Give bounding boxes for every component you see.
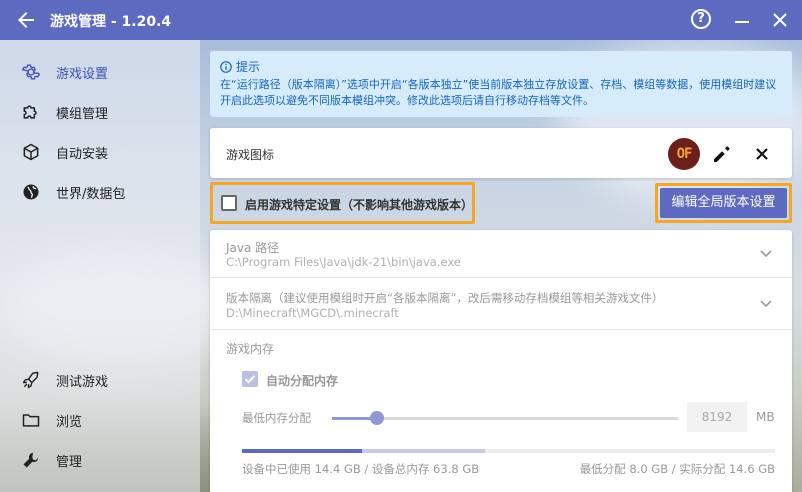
puzzle-icon <box>21 102 41 122</box>
back-arrow-icon[interactable] <box>14 8 38 32</box>
wrench-icon <box>21 450 41 470</box>
close-window-icon[interactable] <box>770 10 790 30</box>
settings-card: Java 路径 C:\Program Files\Java\jdk-21\bin… <box>210 230 792 492</box>
folder-icon <box>21 410 41 430</box>
memory-unit: MB <box>756 410 775 424</box>
rocket-icon <box>21 370 41 390</box>
sidebar-item-label: 模组管理 <box>56 106 109 122</box>
minimize-icon[interactable] <box>735 21 749 23</box>
memory-slider[interactable] <box>332 411 678 425</box>
hint-body: 在“运行路径（版本隔离）”选项中开启“各版本独立”使当前版本独立存放设置、存档、… <box>220 78 777 107</box>
memory-used-segment <box>242 449 363 453</box>
edit-icon[interactable] <box>710 142 734 166</box>
sidebar-item-label: 浏览 <box>56 414 83 430</box>
sidebar-item-label: 测试游戏 <box>56 374 109 390</box>
auto-memory-label: 自动分配内存 <box>266 374 339 388</box>
java-path-title: Java 路径 <box>226 241 280 255</box>
sidebar-item-label: 自动安装 <box>56 146 109 162</box>
hint-box: 提示 在“运行路径（版本隔离）”选项中开启“各版本独立”使当前版本独立存放设置、… <box>210 51 792 117</box>
auto-memory-checkbox[interactable] <box>242 371 258 387</box>
sidebar-item-label: 世界/数据包 <box>56 186 126 202</box>
memory-slider-thumb[interactable] <box>369 411 384 425</box>
window-title: 游戏管理 - 1.20.4 <box>50 14 172 30</box>
chevron-down-icon[interactable] <box>759 246 773 260</box>
sidebar-item-mods[interactable]: 模组管理 <box>0 92 200 132</box>
version-isolation-value: D:\Minecraft\MGCD\.minecraft <box>226 306 399 320</box>
game-icon-image[interactable]: OF <box>668 138 700 170</box>
close-icon[interactable] <box>750 142 774 166</box>
help-icon[interactable]: ? <box>691 9 711 29</box>
hint-title: 提示 <box>236 60 261 74</box>
version-isolation-title: 版本隔离（建议使用模组时开启“各版本隔离”，改后需移动存档模组等相关游戏文件） <box>226 291 664 305</box>
game-specific-checkbox[interactable] <box>221 195 237 211</box>
sidebar-item-auto-install[interactable]: 自动安装 <box>0 132 200 172</box>
game-icon-card: 游戏图标 OF <box>210 128 792 178</box>
sidebar-item-label: 管理 <box>56 454 83 470</box>
memory-input[interactable]: 8192 <box>687 402 747 432</box>
memory-allocated-segment <box>362 449 485 453</box>
sidebar: 游戏设置 模组管理 自动安装 世界/数据包 测试游戏 浏览 管理 <box>0 40 200 492</box>
title-bar: 游戏管理 - 1.20.4 ? <box>0 0 802 40</box>
sidebar-item-browse[interactable]: 浏览 <box>0 400 200 440</box>
info-icon <box>220 60 232 73</box>
sidebar-item-label: 游戏设置 <box>56 66 109 82</box>
sidebar-item-manage[interactable]: 管理 <box>0 440 200 480</box>
version-isolation-row[interactable]: 版本隔离（建议使用模组时开启“各版本隔离”，改后需移动存档模组等相关游戏文件） … <box>210 278 792 330</box>
sidebar-item-worlds[interactable]: 世界/数据包 <box>0 172 200 212</box>
java-path-value: C:\Program Files\Java\jdk-21\bin\java.ex… <box>226 255 461 269</box>
game-specific-label: 启用游戏特定设置（不影响其他游戏版本） <box>245 198 474 212</box>
java-path-row[interactable]: Java 路径 C:\Program Files\Java\jdk-21\bin… <box>210 230 792 278</box>
gear-icon <box>21 62 41 82</box>
game-specific-setting[interactable]: 启用游戏特定设置（不影响其他游戏版本） <box>210 182 475 224</box>
memory-usage-bar <box>242 449 775 453</box>
edit-global-settings-button[interactable]: 编辑全局版本设置 <box>660 188 787 218</box>
sidebar-item-test-game[interactable]: 测试游戏 <box>0 360 200 400</box>
globe-icon <box>21 182 41 202</box>
memory-usage-text: 设备中已使用 14.4 GB / 设备总内存 63.8 GB <box>242 462 480 476</box>
memory-allocation-text: 最低分配 8.0 GB / 实际分配 14.6 GB <box>579 462 775 476</box>
chevron-down-icon[interactable] <box>759 296 773 310</box>
min-memory-label: 最低内存分配 <box>242 411 311 425</box>
game-icon-label: 游戏图标 <box>226 148 275 162</box>
sidebar-item-game-settings[interactable]: 游戏设置 <box>0 52 200 92</box>
global-settings-highlight: 编辑全局版本设置 <box>655 183 792 223</box>
memory-title: 游戏内存 <box>226 342 275 356</box>
checkmark-icon <box>244 375 256 384</box>
cube-icon <box>21 142 41 162</box>
